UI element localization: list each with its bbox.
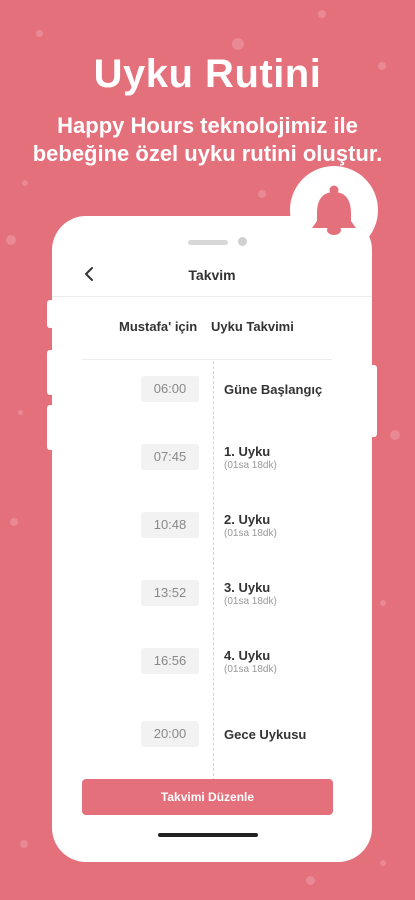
edit-calendar-button[interactable]: Takvimi Düzenle: [82, 779, 333, 815]
event-title: 3. Uyku: [224, 580, 271, 595]
home-indicator: [158, 833, 258, 837]
subline-line-2: bebeğine özel uyku rutini oluştur.: [32, 141, 383, 166]
phone-speaker: [188, 240, 228, 245]
phone-camera: [238, 237, 247, 246]
event-title: 1. Uyku: [224, 444, 271, 459]
bg-dot: [232, 38, 244, 50]
bell-badge: [290, 166, 378, 254]
calendar-heading-label: Uyku Takvimi: [211, 319, 294, 334]
event-title: Gece Uykusu: [224, 727, 307, 742]
time-chip: 13:52: [141, 580, 199, 606]
bg-dot: [380, 860, 386, 866]
subline-line-1: Happy Hours teknolojimiz ile: [57, 113, 358, 138]
time-chip: 06:00: [141, 376, 199, 402]
app-header: Takvim: [52, 256, 372, 297]
bg-dot: [10, 518, 18, 526]
calendar-heading-name: Mustafa' için: [119, 319, 198, 334]
bg-dot: [36, 30, 43, 37]
bg-dot: [6, 235, 16, 245]
event-duration: (01sa 18dk): [224, 596, 277, 607]
calendar-heading: Mustafa' için Uyku Takvimi: [52, 319, 372, 339]
phone-frame: Takvim Mustafa' için Uyku Takvimi 06:00 …: [52, 216, 372, 862]
bg-dot: [258, 190, 266, 198]
event-duration: (01sa 18dk): [224, 664, 277, 675]
time-chip: 20:00: [141, 721, 199, 747]
headline: Uyku Rutini: [93, 52, 322, 96]
bg-dot: [380, 600, 386, 606]
event-title: Güne Başlangıç: [224, 382, 323, 397]
phone-side-button: [372, 365, 377, 437]
bg-dot: [390, 430, 400, 440]
time-chip: 10:48: [141, 512, 199, 538]
timeline-line: [213, 361, 214, 786]
bg-dot: [318, 10, 326, 18]
event-duration: (01sa 18dk): [224, 460, 277, 471]
event-title: 2. Uyku: [224, 512, 271, 527]
bg-dot: [20, 840, 28, 848]
event-title: 4. Uyku: [224, 648, 271, 663]
screen-title: Takvim: [188, 267, 236, 283]
event-duration: (01sa 18dk): [224, 528, 277, 539]
bg-dot: [18, 410, 23, 415]
subline: Happy Hours teknolojimiz ile bebeğine öz…: [0, 112, 415, 168]
time-chip: 16:56: [141, 648, 199, 674]
time-chip: 07:45: [141, 444, 199, 470]
divider: [82, 359, 332, 360]
bg-dot: [306, 876, 315, 885]
bg-dot: [22, 180, 28, 186]
bell-icon: [312, 185, 356, 235]
